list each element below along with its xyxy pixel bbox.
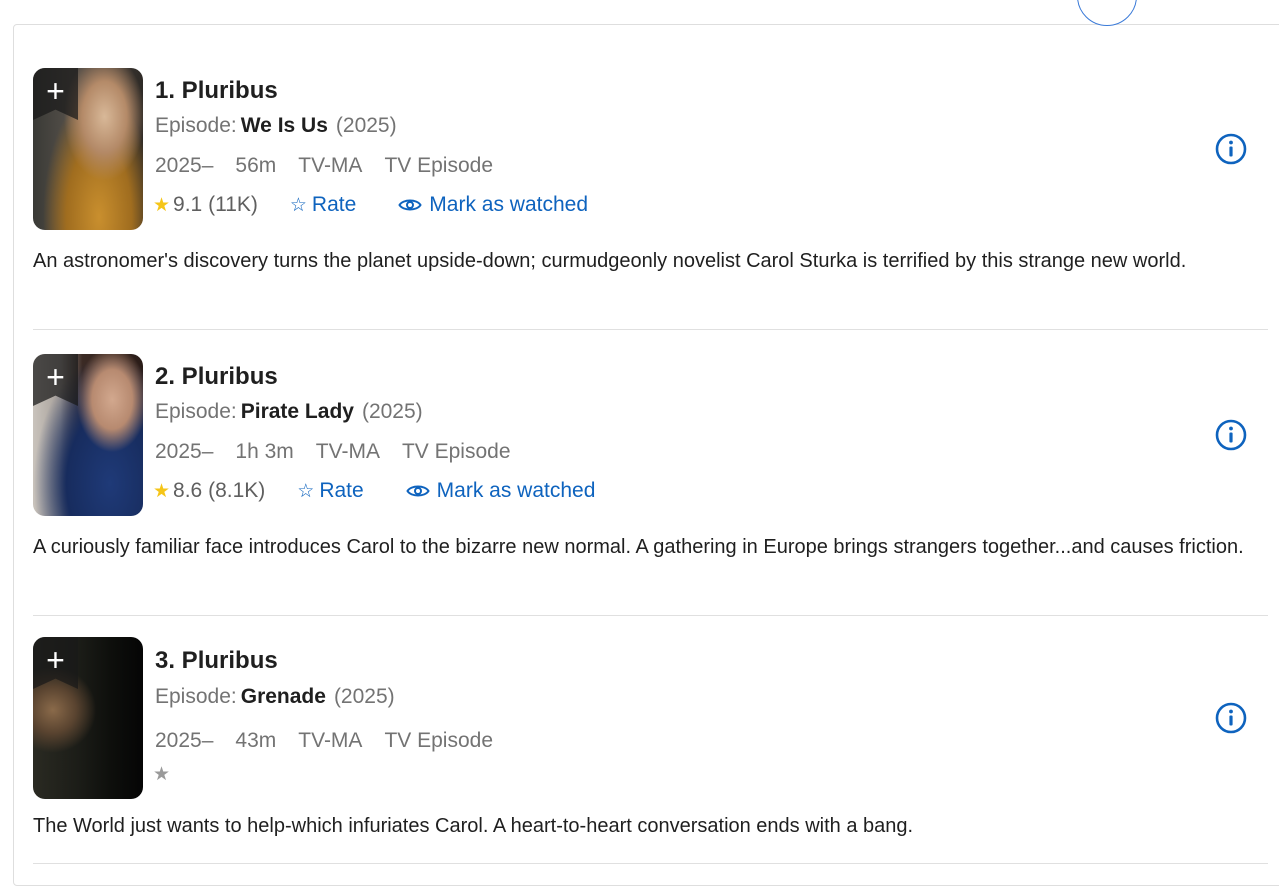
episode-description: A curiously familiar face introduces Car… (33, 536, 1244, 558)
episode-metadata: 2025– 56m TV-MA TV Episode (155, 154, 515, 178)
rating-row: ★ (153, 763, 170, 786)
info-icon[interactable] (1215, 702, 1247, 734)
plus-icon: + (46, 73, 65, 109)
episode-line: Episode: We Is Us (2025) (155, 114, 397, 138)
episode-label: Episode: (155, 685, 237, 708)
episode-line: Episode: Pirate Lady (2025) (155, 400, 423, 424)
runtime: 43m (235, 729, 277, 752)
list-item: + 3. Pluribus Episode: Grenade (2025) 2025… (33, 637, 1268, 865)
runtime: 56m (235, 154, 277, 177)
plus-icon: + (46, 359, 65, 395)
episode-name[interactable]: Grenade (241, 685, 326, 708)
episode-title[interactable]: 1. Pluribus (155, 77, 278, 105)
certificate: TV-MA (315, 440, 380, 463)
plus-icon: + (46, 642, 65, 678)
info-icon[interactable] (1215, 133, 1247, 165)
episode-description: The World just wants to help-which infur… (33, 815, 914, 837)
star-icon: ★ (153, 764, 171, 785)
star-icon: ★ (153, 480, 171, 502)
eye-icon (406, 485, 430, 497)
episode-poster[interactable]: + (33, 68, 143, 230)
mark-as-watched-button[interactable]: Mark as watched (406, 479, 596, 503)
rate-label: Rate (319, 479, 364, 502)
episode-poster[interactable]: + (33, 637, 143, 799)
episode-year: (2025) (335, 114, 397, 137)
imdb-rating: 8.6 (8.1K) (173, 479, 266, 502)
episode-name[interactable]: We Is Us (241, 114, 328, 137)
episode-title[interactable]: 3. Pluribus (155, 647, 278, 675)
rating-row: ★ 9.1 (11K) ☆ Rate Mark as watched (153, 193, 588, 217)
years: 2025– (155, 729, 214, 752)
title-type: TV Episode (384, 154, 493, 177)
years: 2025– (155, 440, 214, 463)
rate-button[interactable]: ☆ Rate (290, 193, 356, 217)
divider (33, 863, 1268, 864)
info-icon[interactable] (1215, 419, 1247, 451)
episode-label: Episode: (155, 114, 237, 137)
star-icon: ★ (153, 194, 171, 216)
mark-as-watched-label: Mark as watched (429, 193, 589, 216)
title-type: TV Episode (384, 729, 493, 752)
certificate: TV-MA (298, 729, 363, 752)
add-to-watchlist-button[interactable]: + (33, 637, 78, 689)
rate-label: Rate (311, 193, 357, 216)
eye-icon (398, 199, 422, 211)
episode-poster[interactable]: + (33, 354, 143, 516)
list-item: + 1. Pluribus Episode: We Is Us (2025) 202… (33, 68, 1268, 330)
scroll-top-button[interactable] (1077, 0, 1137, 26)
episode-description: An astronomer's discovery turns the plan… (33, 250, 1187, 272)
mark-as-watched-button[interactable]: Mark as watched (398, 193, 588, 217)
divider (33, 329, 1268, 330)
episode-year: (2025) (333, 685, 395, 708)
episode-label: Episode: (155, 400, 237, 423)
runtime: 1h 3m (235, 440, 294, 463)
imdb-rating: 9.1 (11K) (173, 193, 258, 216)
certificate: TV-MA (298, 154, 363, 177)
episode-name[interactable]: Pirate Lady (241, 400, 354, 423)
episode-metadata: 2025– 1h 3m TV-MA TV Episode (155, 440, 533, 464)
episode-year: (2025) (361, 400, 423, 423)
star-outline-icon: ☆ (297, 480, 315, 502)
list-item: + 2. Pluribus Episode: Pirate Lady (2025) … (33, 354, 1268, 616)
divider (33, 615, 1268, 616)
rating-row: ★ 8.6 (8.1K) ☆ Rate Mark as watched (153, 479, 595, 503)
star-outline-icon: ☆ (289, 194, 307, 216)
mark-as-watched-label: Mark as watched (436, 479, 596, 502)
title-type: TV Episode (401, 440, 511, 463)
episode-line: Episode: Grenade (2025) (155, 685, 395, 709)
add-to-watchlist-button[interactable]: + (33, 354, 78, 406)
episode-title[interactable]: 2. Pluribus (155, 363, 278, 391)
years: 2025– (155, 154, 214, 177)
add-to-watchlist-button[interactable]: + (33, 68, 78, 120)
rate-button[interactable]: ☆ Rate (297, 479, 363, 503)
episode-metadata: 2025– 43m TV-MA TV Episode (155, 729, 515, 753)
